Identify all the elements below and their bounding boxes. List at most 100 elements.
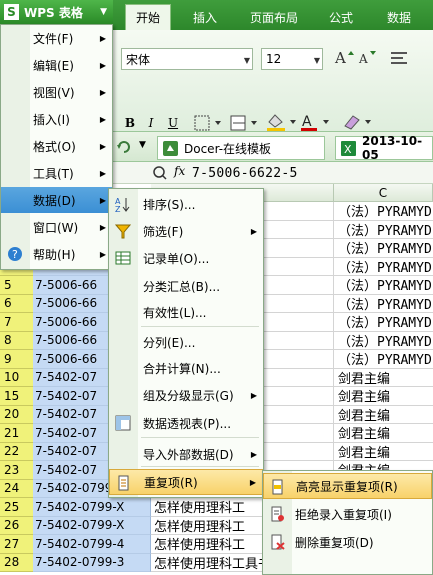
menu-item-label: 工具(T) (33, 166, 74, 181)
menu-item-label: 窗口(W) (33, 220, 79, 235)
menu-item-pivot-table[interactable]: 数据透视表(P)... (109, 410, 263, 436)
app-menu-button[interactable]: S WPS 表格 ▼ (0, 0, 113, 24)
tab-formulas[interactable]: 公式 (321, 4, 361, 30)
cell-c[interactable]: （法）PYRAMYD (334, 350, 433, 369)
borders-icon[interactable] (193, 114, 223, 132)
cell-style-icon[interactable] (229, 114, 259, 132)
doc-tab-spreadsheet[interactable]: X 2013-10-05 (335, 134, 433, 162)
bold-button[interactable]: B (121, 114, 139, 132)
menu-item-format[interactable]: 格式(O) ▶ (1, 133, 112, 159)
menu-item-group-outline[interactable]: 组及分级显示(G) ▶ (109, 382, 263, 408)
cell-a[interactable]: 7-5402-0799-3 (33, 553, 151, 572)
cell-c[interactable]: （法）PYRAMYD (334, 276, 433, 295)
zoom-icon[interactable] (152, 165, 168, 181)
font-name-combo[interactable]: 宋体 ▼ (121, 48, 253, 70)
menu-item-data[interactable]: 数据(D) ▶ (1, 187, 112, 213)
row-number[interactable]: 6 (0, 294, 33, 313)
chevron-right-icon: ▶ (99, 168, 106, 178)
menu-item-duplicates[interactable]: 重复项(R) ▶ (109, 469, 263, 495)
row-number[interactable]: 26 (0, 516, 33, 535)
row-number[interactable]: 24 (0, 479, 33, 498)
underline-button[interactable]: U (164, 114, 182, 132)
font-size-combo[interactable]: 12 ▼ (261, 48, 323, 70)
menu-item-label: 排序(S)... (143, 197, 196, 212)
tab-page-layout[interactable]: 页面布局 (243, 4, 305, 30)
fill-color-icon[interactable] (265, 112, 299, 132)
chevron-right-icon: ▶ (250, 390, 257, 400)
row-number[interactable]: 20 (0, 405, 33, 424)
row-number[interactable]: 21 (0, 424, 33, 443)
menu-item-view[interactable]: 视图(V) ▶ (1, 79, 112, 105)
cell-c[interactable]: 剑君主编 (334, 406, 433, 424)
menu-item-tools[interactable]: 工具(T) ▶ (1, 160, 112, 186)
menu-item-consolidate[interactable]: 合并计算(N)... (109, 355, 263, 381)
menu-item-subtotal[interactable]: 分类汇总(B)... (109, 273, 263, 299)
cell-a[interactable]: 7-5402-0799-X (33, 498, 151, 517)
row-number[interactable]: 27 (0, 535, 33, 554)
cell-c[interactable]: （法）PYRAMYD (334, 313, 433, 332)
row-number[interactable]: 10 (0, 368, 33, 387)
row-number[interactable]: 8 (0, 331, 33, 350)
menu-separator (141, 466, 259, 467)
menu-item-form[interactable]: 记录单(O)... (109, 245, 263, 271)
chevron-right-icon: ▶ (99, 195, 106, 205)
cell-a[interactable]: 7-5402-0799-X (33, 516, 151, 535)
column-header-c[interactable]: C (334, 184, 433, 202)
menu-item-label: 帮助(H) (33, 247, 76, 262)
refresh-icon[interactable] (115, 138, 133, 156)
row-number[interactable]: 25 (0, 498, 33, 517)
row-number[interactable]: 9 (0, 350, 33, 369)
tab-home[interactable]: 开始 (125, 4, 171, 30)
tab-data[interactable]: 数据 (379, 4, 419, 30)
cell-c[interactable]: （法）PYRAMYD (334, 258, 433, 276)
chevron-down-icon[interactable]: ▼ (139, 140, 151, 152)
formula-input[interactable]: 7-5006-6622-5 (192, 162, 298, 184)
menu-item-edit[interactable]: 编辑(E) ▶ (1, 52, 112, 78)
font-color-icon[interactable]: A (299, 112, 333, 132)
row-number[interactable]: 22 (0, 442, 33, 461)
menu-item-label: 格式(O) (33, 139, 76, 154)
cell-c[interactable]: （法）PYRAMYD (334, 221, 433, 239)
menu-item-remove-duplicates[interactable]: 删除重复项(D) (263, 529, 432, 555)
menu-item-label: 拒绝录入重复项(I) (295, 507, 392, 522)
cell-c[interactable]: 剑君主编 (334, 424, 433, 443)
increase-font-icon[interactable]: A (333, 46, 355, 70)
menu-item-text-to-columns[interactable]: 分列(E)... (109, 329, 263, 355)
row-number[interactable]: 5 (0, 276, 33, 295)
reject-duplicates-icon (271, 506, 284, 522)
cell-c[interactable]: 剑君主编 (334, 369, 433, 387)
doc-tab-docer[interactable]: Docer-在线模板 (157, 136, 325, 160)
italic-button[interactable]: I (142, 114, 160, 132)
clear-format-icon[interactable] (341, 112, 375, 132)
cell-c[interactable]: 剑君主编 (334, 387, 433, 406)
menu-item-help[interactable]: ? 帮助(H) ▶ (1, 241, 112, 267)
cell-c[interactable]: （法）PYRAMYD (334, 295, 433, 313)
decrease-font-icon[interactable]: A (357, 46, 379, 70)
menu-item-insert[interactable]: 插入(I) ▶ (1, 106, 112, 132)
chevron-right-icon: ▶ (99, 114, 106, 124)
menu-item-window[interactable]: 窗口(W) ▶ (1, 214, 112, 240)
cell-c[interactable]: （法）PYRAMYD (334, 332, 433, 350)
menu-item-reject-duplicates[interactable]: 拒绝录入重复项(I) (263, 501, 432, 527)
row-number[interactable]: 15 (0, 387, 33, 406)
row-number[interactable]: 7 (0, 313, 33, 332)
menu-item-highlight-duplicates[interactable]: 高亮显示重复项(R) (263, 473, 432, 499)
wrap-text-icon[interactable] (389, 48, 413, 70)
cell-a[interactable]: 7-5402-0799-4 (33, 535, 151, 554)
chevron-right-icon: ▶ (99, 141, 106, 151)
menu-item-sort[interactable]: A Z 排序(S)... (109, 191, 263, 217)
cell-c[interactable]: （法）PYRAMYD (334, 239, 433, 258)
row-number[interactable]: 23 (0, 461, 33, 480)
cell-c[interactable]: （法）PYRAMYD (334, 202, 433, 221)
help-icon: ? (8, 247, 22, 261)
menu-item-filter[interactable]: 筛选(F) ▶ (109, 218, 263, 244)
row-number[interactable]: 28 (0, 553, 33, 572)
menu-item-file[interactable]: 文件(F) ▶ (1, 25, 112, 51)
fx-icon[interactable]: fx (174, 164, 185, 178)
menu-item-import-external[interactable]: 导入外部数据(D) ▶ (109, 441, 263, 467)
tab-insert[interactable]: 插入 (183, 4, 227, 30)
menu-item-validation[interactable]: 有效性(L)... (109, 299, 263, 325)
ribbon-home-panel: 宋体 ▼ 12 ▼ A A B I U A 字体 (113, 30, 433, 161)
ribbon-tab-bar: 开始 插入 页面布局 公式 数据 (113, 0, 433, 32)
cell-c[interactable]: 剑君主编 (334, 443, 433, 461)
